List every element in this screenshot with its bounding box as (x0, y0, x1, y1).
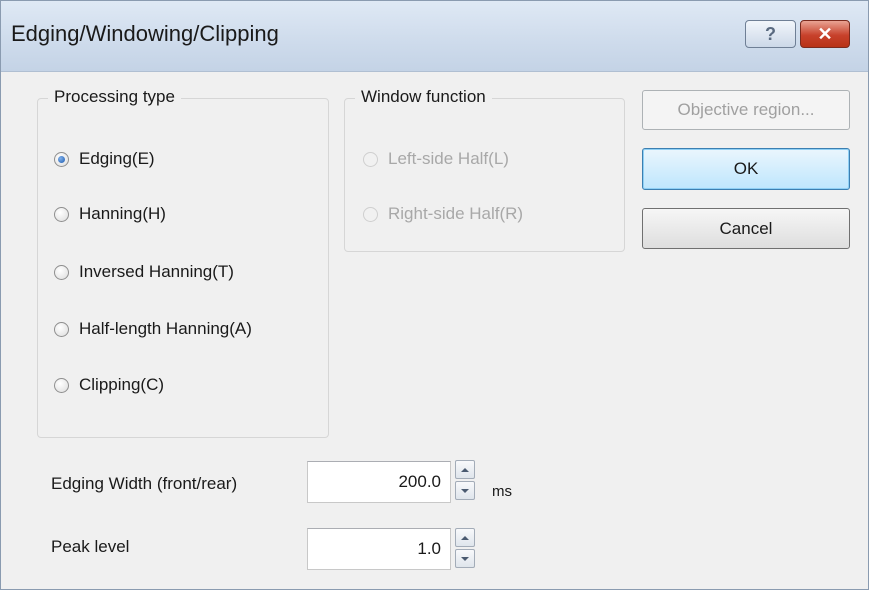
spin-up-button[interactable] (455, 460, 475, 479)
radio-half-length-hanning[interactable]: Half-length Hanning(A) (54, 319, 252, 339)
radio-left-side-half[interactable]: Left-side Half(L) (363, 149, 509, 169)
spin-down-button[interactable] (455, 481, 475, 500)
radio-right-side-half-button[interactable] (363, 206, 378, 222)
edging-windowing-clipping-dialog: Edging/Windowing/Clipping ? ✕ Processing… (0, 0, 869, 590)
radio-left-side-half-label: Left-side Half(L) (388, 149, 509, 168)
radio-edging-label: Edging(E) (79, 149, 155, 168)
radio-inversed-hanning-button[interactable] (54, 264, 69, 280)
radio-half-length-hanning-label: Half-length Hanning(A) (79, 319, 252, 338)
help-button[interactable]: ? (745, 20, 796, 48)
spin-up-button[interactable] (455, 528, 475, 547)
arrow-down-icon (461, 488, 469, 493)
peak-level-spinner[interactable] (455, 528, 475, 568)
radio-hanning-button[interactable] (54, 206, 69, 222)
peak-level-input[interactable]: 1.0 (307, 528, 451, 570)
radio-right-side-half[interactable]: Right-side Half(R) (363, 204, 523, 224)
cancel-button[interactable]: Cancel (642, 208, 850, 249)
edging-width-value: 200.0 (398, 472, 441, 491)
peak-level-value: 1.0 (417, 539, 441, 558)
title-bar[interactable]: Edging/Windowing/Clipping ? ✕ (1, 1, 868, 72)
radio-edging[interactable]: Edging(E) (54, 149, 155, 169)
arrow-up-icon (461, 535, 469, 540)
radio-half-length-hanning-button[interactable] (54, 321, 69, 337)
radio-right-side-half-label: Right-side Half(R) (388, 204, 524, 223)
close-icon: ✕ (817, 23, 833, 44)
radio-hanning-label: Hanning(H) (79, 204, 166, 223)
radio-clipping-button[interactable] (54, 377, 69, 393)
arrow-down-icon (461, 556, 469, 561)
spin-down-button[interactable] (455, 549, 475, 568)
window-title: Edging/Windowing/Clipping (11, 21, 279, 46)
radio-edging-button[interactable] (54, 151, 69, 167)
radio-inversed-hanning[interactable]: Inversed Hanning(T) (54, 262, 234, 282)
window-function-group: Window function (344, 87, 625, 252)
arrow-up-icon (461, 467, 469, 472)
objective-region-button[interactable]: Objective region... (642, 90, 850, 130)
radio-hanning[interactable]: Hanning(H) (54, 204, 166, 224)
radio-left-side-half-button[interactable] (363, 151, 378, 167)
edging-width-input[interactable]: 200.0 (307, 461, 451, 503)
ok-button[interactable]: OK (642, 148, 850, 190)
edging-width-unit: ms (492, 483, 512, 500)
edging-width-label: Edging Width (front/rear) (51, 474, 238, 493)
edging-width-spinner[interactable] (455, 460, 475, 500)
radio-inversed-hanning-label: Inversed Hanning(T) (79, 262, 234, 281)
radio-clipping[interactable]: Clipping(C) (54, 375, 164, 395)
processing-type-label: Processing type (48, 87, 181, 107)
peak-level-label: Peak level (51, 537, 130, 556)
window-function-label: Window function (355, 87, 492, 107)
help-icon: ? (765, 23, 776, 44)
close-button[interactable]: ✕ (800, 20, 850, 48)
radio-clipping-label: Clipping(C) (79, 375, 165, 394)
